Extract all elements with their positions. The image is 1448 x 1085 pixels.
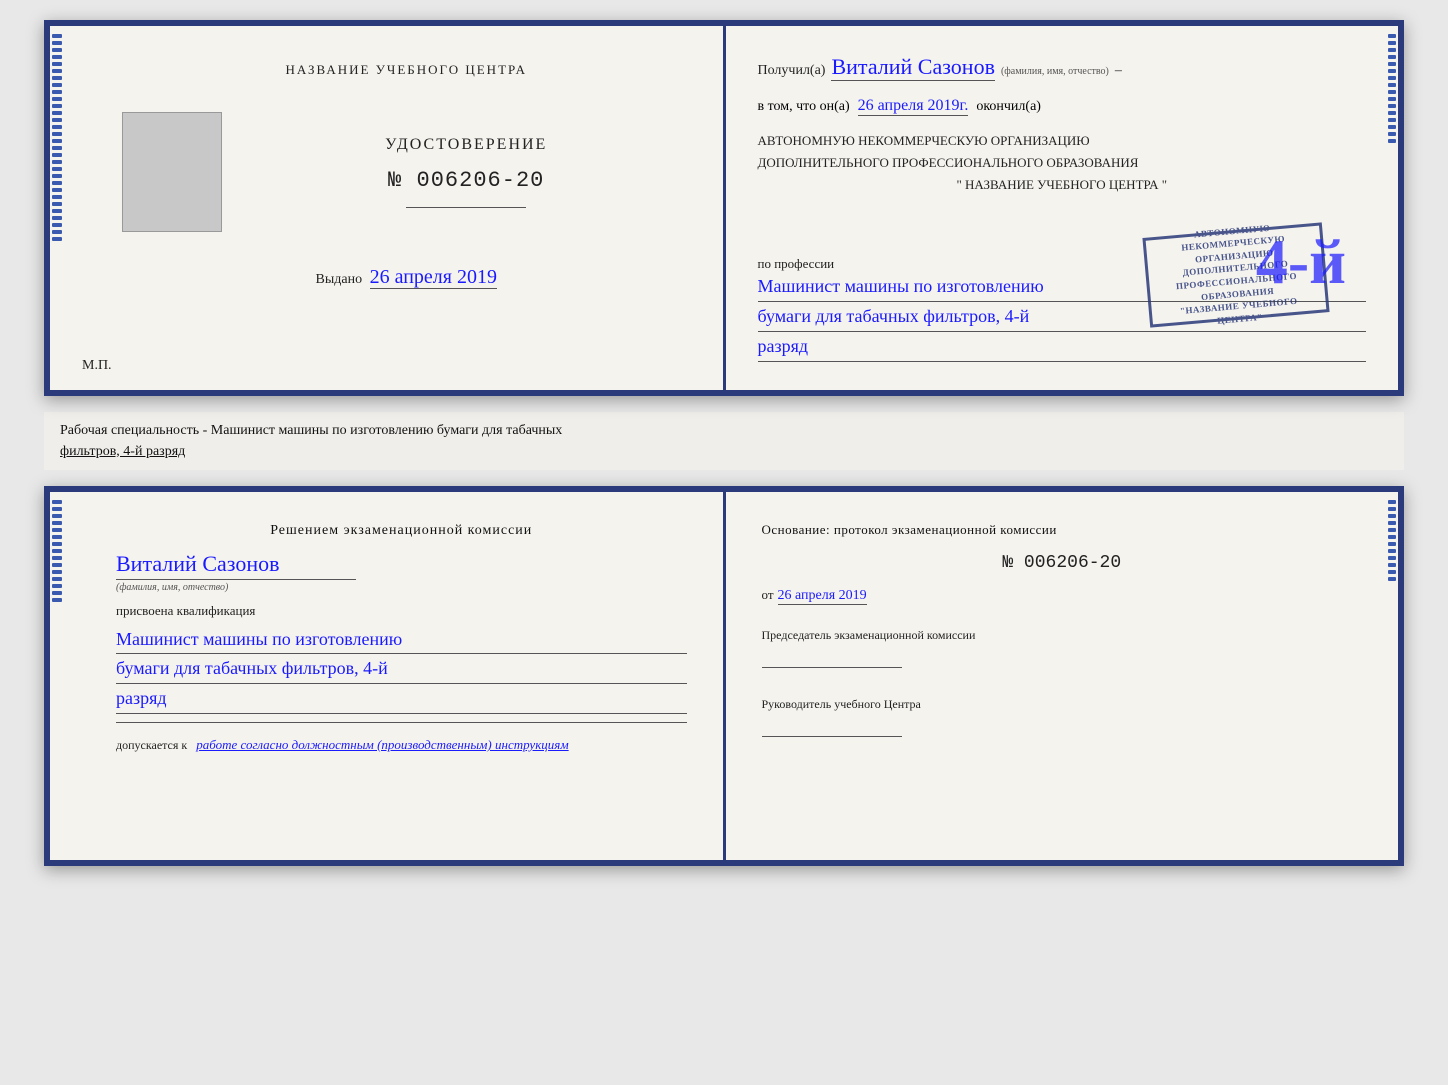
director-label: Руководитель учебного Центра (762, 696, 1363, 713)
org-name-label-left: НАЗВАНИЕ УЧЕБНОГО ЦЕНТРА (102, 62, 711, 78)
commission-title: Решением экзаменационной комиссии (116, 520, 687, 541)
received-prefix: Получил(а) (758, 63, 826, 79)
protokol-number: № 006206-20 (762, 553, 1363, 573)
mp-label: М.П. (82, 358, 112, 374)
top-right-page: Получил(а) Виталий Сазонов (фамилия, имя… (726, 26, 1399, 390)
profession-line3: разряд (758, 332, 1367, 362)
bottom-left-edge (50, 492, 64, 860)
description-underlined: фильтров, 4-й разряд (60, 444, 185, 459)
description-text: Рабочая специальность - Машинист машины … (60, 423, 562, 438)
bottom-right-edge (1386, 492, 1398, 860)
org-lines: АВТОНОМНУЮ НЕКОММЕРЧЕСКУЮ ОРГАНИЗАЦИЮ ДО… (758, 130, 1367, 196)
description-bar: Рабочая специальность - Машинист машины … (44, 412, 1404, 470)
org-line1: АВТОНОМНУЮ НЕКОММЕРЧЕСКУЮ ОРГАНИЗАЦИЮ (758, 130, 1367, 152)
chairman-label: Председатель экзаменационной комиссии (762, 627, 1363, 644)
director-block: Руководитель учебного Центра (762, 696, 1363, 737)
chairman-sig-line (762, 648, 902, 668)
top-left-page: НАЗВАНИЕ УЧЕБНОГО ЦЕНТРА УДОСТОВЕРЕНИЕ №… (50, 26, 726, 390)
basis-label: Основание: протокол экзаменационной коми… (762, 520, 1363, 540)
director-sig-line (762, 717, 902, 737)
recipient-line: Получил(а) Виталий Сазонов (фамилия, имя… (758, 54, 1367, 81)
issued-line: Выдано 26 апреля 2019 (316, 266, 497, 289)
photo-placeholder (122, 112, 222, 232)
chairman-block: Председатель экзаменационной комиссии (762, 627, 1363, 668)
cert-number: № 006206-20 (388, 168, 544, 193)
bottom-booklet: Решением экзаменационной комиссии Витали… (44, 486, 1404, 866)
bottom-date: 26 апреля 2019 (778, 588, 867, 605)
allowed-line: допускается к работе согласно должностны… (116, 737, 687, 753)
bottom-left-page: Решением экзаменационной комиссии Витали… (50, 492, 726, 860)
top-booklet: НАЗВАНИЕ УЧЕБНОГО ЦЕНТРА УДОСТОВЕРЕНИЕ №… (44, 20, 1404, 396)
cert-title: УДОСТОВЕРЕНИЕ (385, 136, 547, 154)
qual-line3: разряд (116, 684, 687, 714)
qual-line2: бумаги для табачных фильтров, 4-й (116, 654, 687, 684)
issued-label: Выдано (316, 272, 363, 287)
big-4-stamp: 4-й (1256, 225, 1346, 299)
bottom-right-page: Основание: протокол экзаменационной коми… (726, 492, 1399, 860)
in-that-prefix: в том, что он(а) (758, 99, 850, 115)
ot-prefix: от (762, 587, 774, 603)
finished-label: окончил(а) (976, 99, 1041, 115)
org-line2: ДОПОЛНИТЕЛЬНОГО ПРОФЕССИОНАЛЬНОГО ОБРАЗО… (758, 152, 1367, 174)
fio-label-top: (фамилия, имя, отчество) (1001, 66, 1109, 77)
org-name-quoted: " НАЗВАНИЕ УЧЕБНОГО ЦЕНТРА " (758, 174, 1367, 196)
issued-date: 26 апреля 2019 (370, 266, 497, 289)
allowed-prefix: допускается к (116, 738, 187, 752)
allowed-value: работе согласно должностным (производств… (196, 737, 568, 752)
bottom-name: Виталий Сазонов (116, 551, 279, 577)
left-edge-decoration (50, 26, 64, 390)
qual-line1: Машинист машины по изготовлению (116, 625, 687, 655)
bottom-fio-label: (фамилия, имя, отчество) (116, 582, 228, 593)
assigned-label: присвоена квалификация (116, 603, 687, 619)
right-edge-decoration-top (1386, 26, 1398, 390)
recipient-name: Виталий Сазонов (831, 54, 994, 81)
date-value-top: 26 апреля 2019г. (858, 97, 969, 116)
